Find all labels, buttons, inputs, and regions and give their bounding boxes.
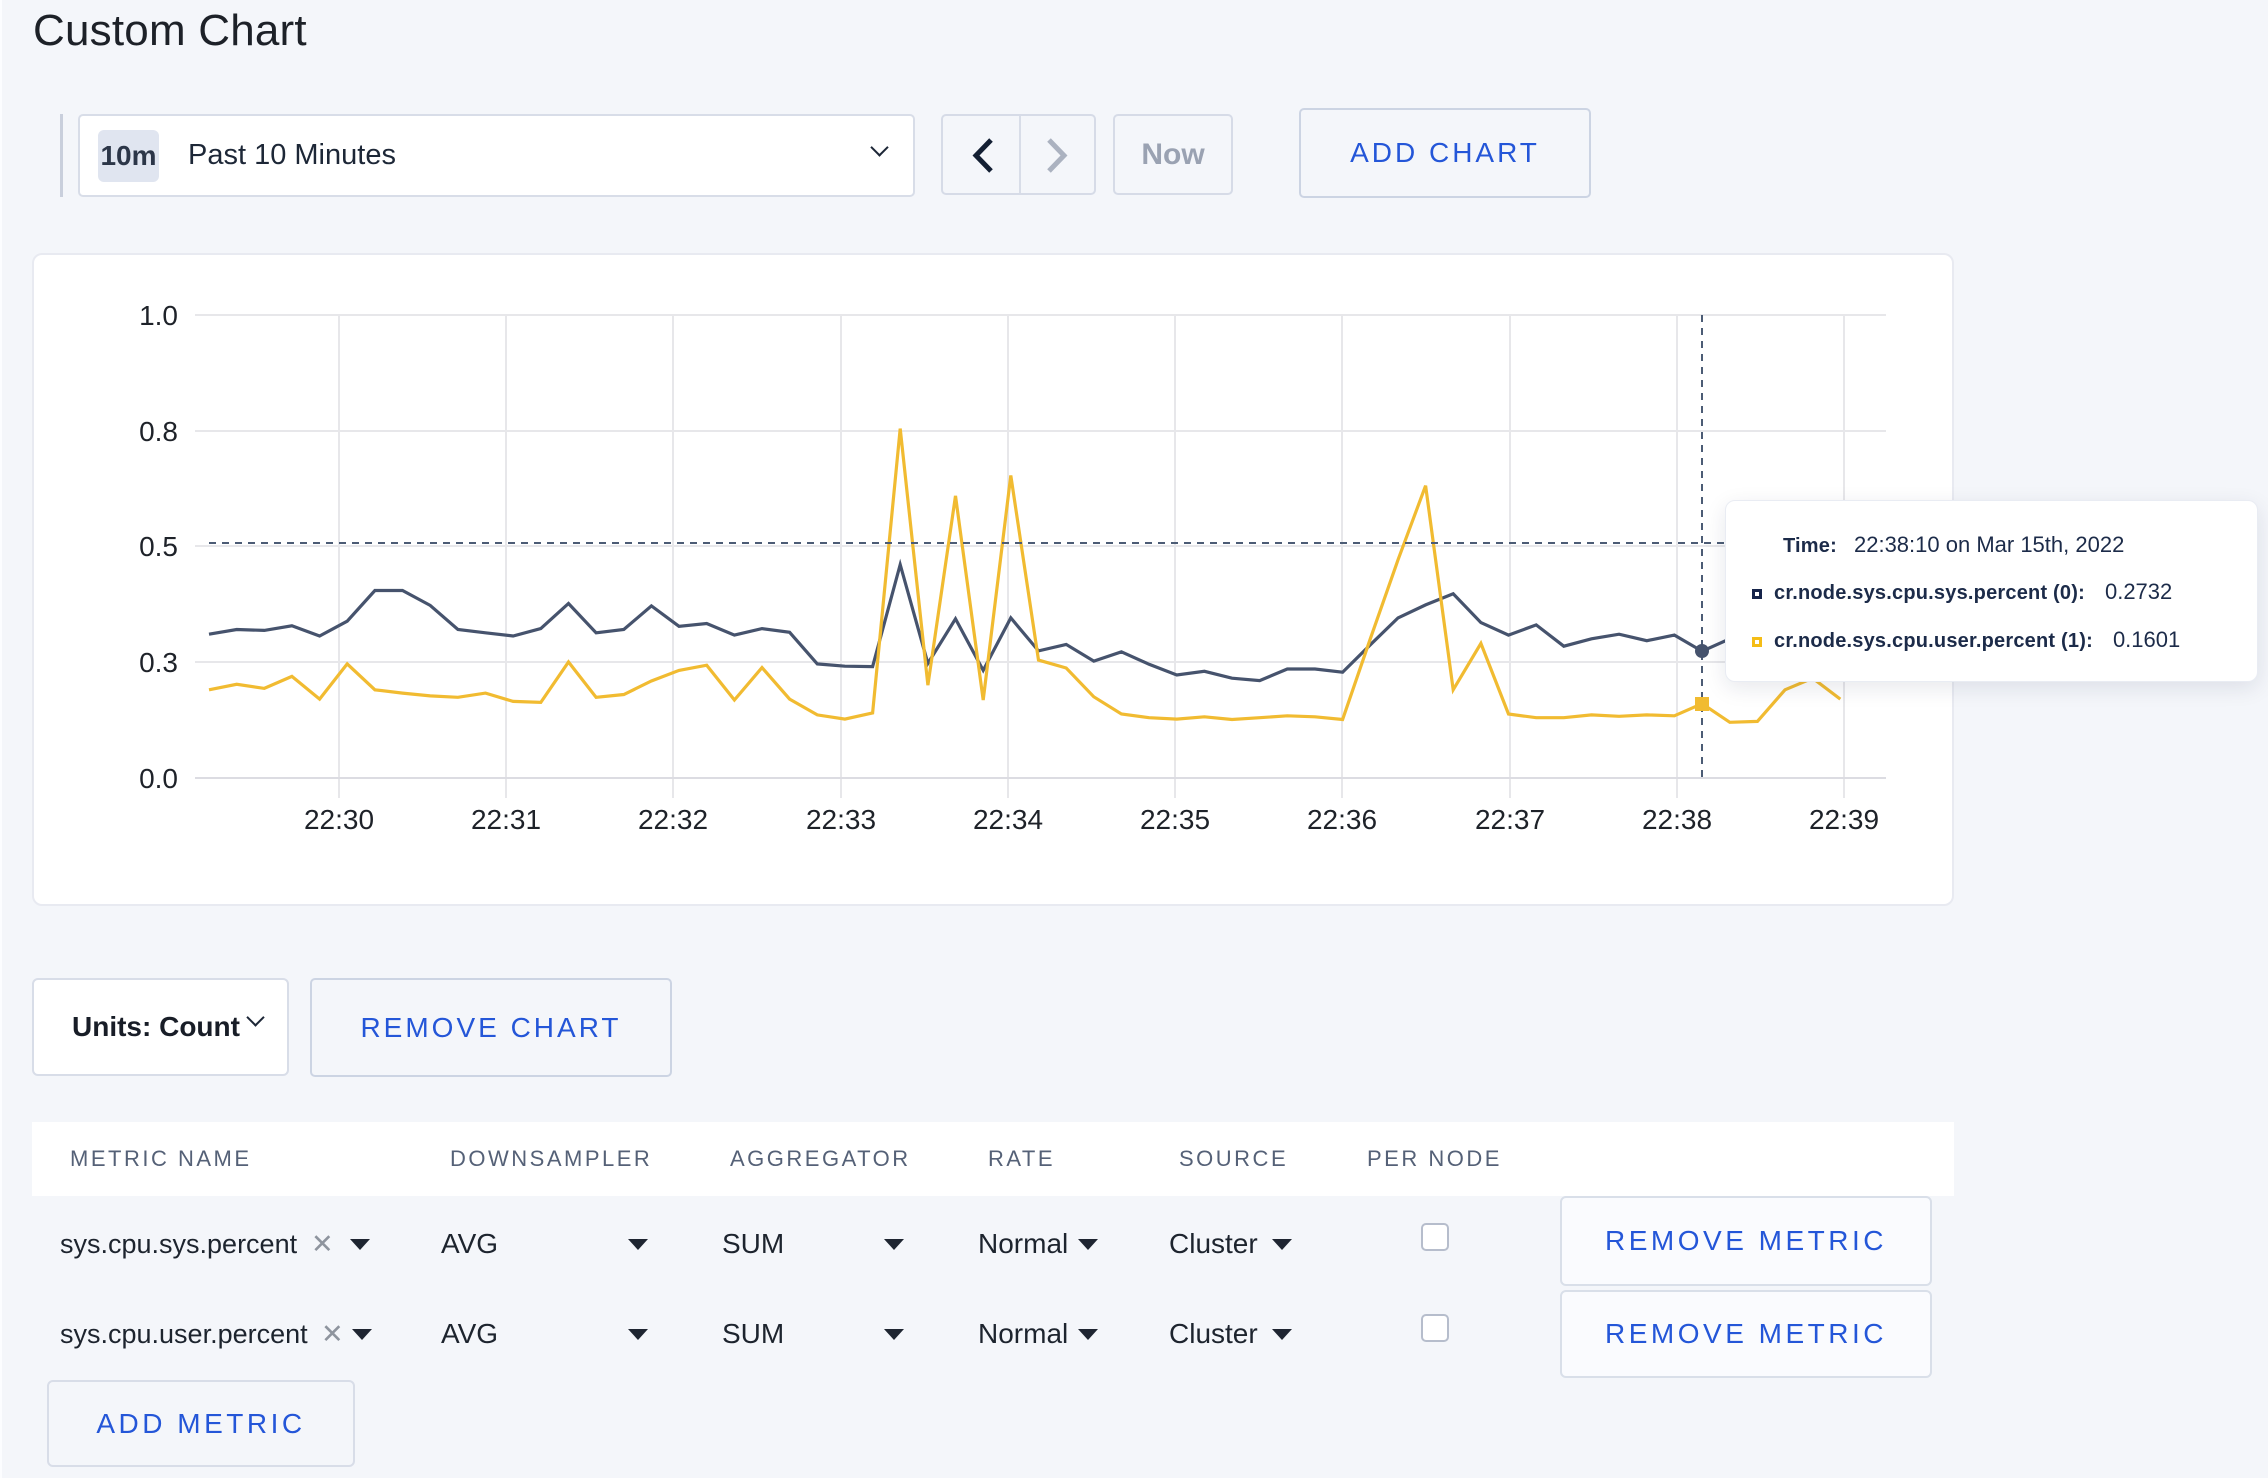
svg-text:1.0: 1.0 bbox=[139, 300, 178, 331]
svg-text:22:31: 22:31 bbox=[471, 804, 541, 835]
svg-text:22:35: 22:35 bbox=[1140, 804, 1210, 835]
svg-text:22:39: 22:39 bbox=[1809, 804, 1879, 835]
svg-text:0.8: 0.8 bbox=[139, 416, 178, 447]
svg-text:22:38: 22:38 bbox=[1642, 804, 1712, 835]
svg-text:0.5: 0.5 bbox=[139, 531, 178, 562]
svg-text:22:33: 22:33 bbox=[806, 804, 876, 835]
svg-text:22:34: 22:34 bbox=[973, 804, 1043, 835]
svg-text:0.0: 0.0 bbox=[139, 763, 178, 794]
svg-text:22:37: 22:37 bbox=[1475, 804, 1545, 835]
svg-text:22:32: 22:32 bbox=[638, 804, 708, 835]
svg-text:22:36: 22:36 bbox=[1307, 804, 1377, 835]
svg-text:0.3: 0.3 bbox=[139, 647, 178, 678]
svg-text:22:30: 22:30 bbox=[304, 804, 374, 835]
